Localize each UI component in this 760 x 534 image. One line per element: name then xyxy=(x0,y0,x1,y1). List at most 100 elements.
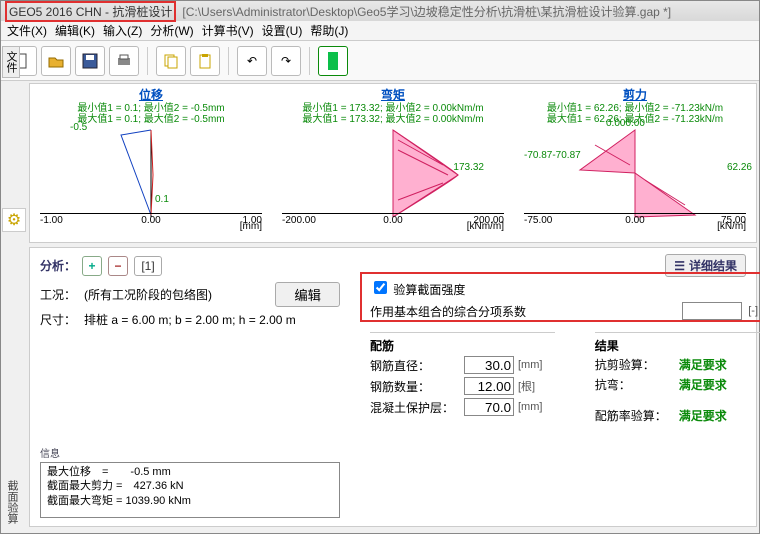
cond-value: (所有工况阶段的包络图) xyxy=(84,286,212,303)
title-bar: GEO5 2016 CHN - 抗滑桩设计 [C:\Users\Administ… xyxy=(1,1,759,21)
chart-svg xyxy=(514,125,756,225)
menu-help[interactable]: 帮助(J) xyxy=(310,22,348,39)
dia-input[interactable] xyxy=(464,356,514,374)
rebar-results-section: 配筋 钢筋直径： [mm] 钢筋数量： [根] 混凝土保护层： [mm] xyxy=(370,328,760,427)
val-label: -70.87-70.87 xyxy=(524,150,581,161)
index-button[interactable]: [1] xyxy=(134,256,162,276)
info-box: 信息 最大位移 = -0.5 mm 截面最大剪力 = 427.36 kN 截面最… xyxy=(40,445,340,518)
size-value: 排桩 a = 6.00 m; b = 2.00 m; h = 2.00 m xyxy=(84,311,296,328)
val-label: 0.000.00 xyxy=(606,118,645,129)
r2-label: 抗弯： xyxy=(595,376,675,393)
val-label: 173.32 xyxy=(453,162,484,173)
r1-ok: 满足要求 xyxy=(679,356,727,373)
check-input[interactable] xyxy=(374,281,387,294)
axis-line xyxy=(524,213,746,214)
val-label: 62.26 xyxy=(727,162,752,173)
r1-label: 抗剪验算： xyxy=(595,356,675,373)
toolbar: ↶ ↷ xyxy=(1,41,759,81)
list-icon: ☰ xyxy=(674,259,685,273)
r3-label: 配筋率验算： xyxy=(595,407,675,424)
toolbar-separator xyxy=(147,47,148,75)
coef-unit: [-] xyxy=(748,305,758,317)
open-button[interactable] xyxy=(41,46,71,76)
side-tab-section[interactable]: 截面验算 xyxy=(2,474,20,530)
cov-label: 混凝土保护层： xyxy=(370,399,460,416)
axis-tick: -75.00 xyxy=(524,215,552,226)
chart-displacement: 位移 最小值1 = 0.1; 最小值2 = -0.5mm 最大值1 = 0.1;… xyxy=(30,84,272,242)
cond-label: 工况： xyxy=(40,286,76,303)
chart-sub1: 最小值1 = 0.1; 最小值2 = -0.5mm xyxy=(30,103,272,114)
chart-sub2: 最大值1 = 173.32; 最大值2 = 0.00kNm/m xyxy=(272,114,514,125)
toolbar-separator xyxy=(228,47,229,75)
axis-tick: 0.00 xyxy=(141,215,160,226)
undo-button[interactable]: ↶ xyxy=(237,46,267,76)
chart-sub2: 最大值1 = 0.1; 最大值2 = -0.5mm xyxy=(30,114,272,125)
axis-tick: 0.00 xyxy=(383,215,402,226)
add-button[interactable]: + xyxy=(82,256,102,276)
chart-sub1: 最小值1 = 62.26; 最小值2 = -71.23kN/m xyxy=(514,103,756,114)
info-title: 信息 xyxy=(40,445,340,460)
side-tab-file[interactable]: 文件 xyxy=(2,46,20,78)
info-l1: 最大位移 = -0.5 mm xyxy=(47,465,333,479)
menu-analyze[interactable]: 分析(W) xyxy=(150,22,193,39)
menu-edit[interactable]: 编辑(K) xyxy=(55,22,95,39)
menu-file[interactable]: 文件(X) xyxy=(7,22,47,39)
run-button[interactable] xyxy=(318,46,348,76)
coef-label: 作用基本组合的综合分项系数 xyxy=(370,303,526,320)
menu-bar: 文件(X) 编辑(K) 输入(Z) 分析(W) 计算书(V) 设置(U) 帮助(… xyxy=(1,21,759,41)
dia-unit: [mm] xyxy=(518,359,542,371)
info-l3: 截面最大弯矩 = 1039.90 kNm xyxy=(47,494,333,508)
chart-area: 位移 最小值1 = 0.1; 最小值2 = -0.5mm 最大值1 = 0.1;… xyxy=(29,83,757,243)
menu-calc[interactable]: 计算书(V) xyxy=(202,22,254,39)
info-list: 最大位移 = -0.5 mm 截面最大剪力 = 427.36 kN 截面最大弯矩… xyxy=(40,462,340,518)
copy-button[interactable] xyxy=(156,46,186,76)
info-l2: 截面最大剪力 = 427.36 kN xyxy=(47,479,333,493)
r3-ok: 满足要求 xyxy=(679,407,727,424)
left-column: 工况： (所有工况阶段的包络图) 编辑 尺寸： 排桩 a = 6.00 m; b… xyxy=(40,282,340,332)
toolbar-separator xyxy=(309,47,310,75)
val-label: -0.5 xyxy=(70,122,87,133)
chart-sub1: 最小值1 = 173.32; 最小值2 = 0.00kNm/m xyxy=(272,103,514,114)
bottom-panel: 分析： + − [1] ☰ 详细结果 工况： (所有工况阶段的包络图) 编辑 尺… xyxy=(29,247,757,527)
section-check-box: 验算截面强度 作用基本组合的综合分项系数 [-] xyxy=(360,272,760,322)
edit-button[interactable]: 编辑 xyxy=(275,282,340,307)
gear-icon[interactable]: ⚙ xyxy=(2,208,26,232)
chart-svg xyxy=(30,125,272,225)
paste-button[interactable] xyxy=(190,46,220,76)
chart-moment: 弯矩 最小值1 = 173.32; 最小值2 = 0.00kNm/m 最大值1 … xyxy=(272,84,514,242)
val-label: 0.1 xyxy=(155,194,169,205)
num-label: 钢筋数量： xyxy=(370,378,460,395)
panel-title: 分析： xyxy=(40,257,76,274)
result-title: 结果 xyxy=(595,332,760,354)
chart-shear: 剪力 最小值1 = 62.26; 最小值2 = -71.23kN/m 最大值1 … xyxy=(514,84,756,242)
menu-input[interactable]: 输入(Z) xyxy=(103,22,142,39)
chart-title: 位移 xyxy=(30,86,272,103)
r2-ok: 满足要求 xyxy=(679,376,727,393)
file-path: [C:\Users\Administrator\Desktop\Geo5学习\边… xyxy=(182,3,671,20)
redo-button[interactable]: ↷ xyxy=(271,46,301,76)
axis-line xyxy=(40,213,262,214)
coef-input[interactable] xyxy=(682,302,742,320)
num-input[interactable] xyxy=(464,377,514,395)
check-label: 验算截面强度 xyxy=(393,283,465,297)
delete-button[interactable]: − xyxy=(108,256,128,276)
axis-tick: -1.00 xyxy=(40,215,63,226)
size-label: 尺寸： xyxy=(40,311,76,328)
section-check-checkbox[interactable]: 验算截面强度 xyxy=(370,278,758,298)
axis-unit: [mm] xyxy=(240,221,262,232)
axis-unit: [kN/m] xyxy=(717,221,746,232)
app-title: GEO5 2016 CHN - 抗滑桩设计 xyxy=(5,1,176,22)
num-unit: [根] xyxy=(518,378,535,394)
chart-title: 弯矩 xyxy=(272,86,514,103)
axis-line xyxy=(282,213,504,214)
axis-unit: [kNm/m] xyxy=(467,221,504,232)
chart-svg xyxy=(272,125,514,225)
cov-unit: [mm] xyxy=(518,401,542,413)
axis-tick: -200.00 xyxy=(282,215,316,226)
cov-input[interactable] xyxy=(464,398,514,416)
dia-label: 钢筋直径： xyxy=(370,357,460,374)
rebar-title: 配筋 xyxy=(370,332,555,354)
menu-settings[interactable]: 设置(U) xyxy=(262,22,303,39)
save-button[interactable] xyxy=(75,46,105,76)
print-button[interactable] xyxy=(109,46,139,76)
